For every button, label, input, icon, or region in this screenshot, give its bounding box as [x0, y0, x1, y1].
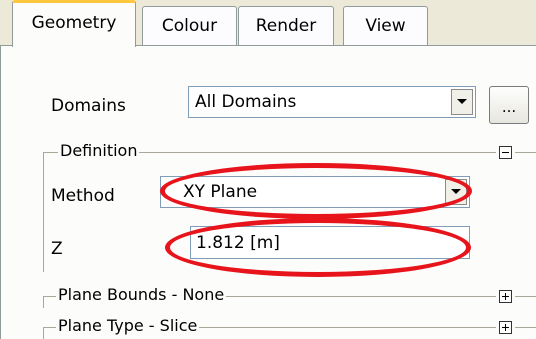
expand-icon[interactable] — [499, 290, 512, 303]
domains-label: Domains — [51, 96, 126, 116]
tab-label: Geometry — [31, 13, 117, 33]
tab-colour[interactable]: Colour — [142, 6, 237, 45]
chevron-down-icon[interactable] — [445, 179, 467, 205]
method-label: Method — [51, 186, 115, 206]
z-input-value: 1.812 [m] — [196, 233, 280, 253]
plane-bounds-section-left-border — [43, 296, 44, 308]
definition-group-title: Definition — [58, 141, 140, 161]
expand-icon[interactable] — [499, 321, 512, 334]
domains-browse-button[interactable]: ... — [489, 86, 529, 124]
plane-type-section-left-border — [43, 327, 44, 339]
method-select[interactable]: XY Plane — [160, 176, 470, 208]
method-select-value: XY Plane — [183, 182, 258, 202]
tab-label: View — [365, 16, 406, 36]
chevron-down-icon[interactable] — [451, 89, 473, 115]
tab-label: Render — [255, 16, 317, 36]
collapse-icon[interactable] — [499, 146, 512, 159]
tab-view[interactable]: View — [343, 6, 428, 45]
domains-select-value: All Domains — [195, 92, 297, 112]
definition-group-left-border — [43, 152, 44, 272]
z-input[interactable]: 1.812 [m] — [190, 226, 470, 259]
tab-geometry[interactable]: Geometry — [12, 0, 136, 47]
tab-render[interactable]: Render — [238, 6, 334, 45]
domains-select[interactable]: All Domains — [188, 86, 476, 118]
z-label: Z — [51, 239, 63, 259]
plane-type-section-title[interactable]: Plane Type - Slice — [56, 316, 200, 336]
tab-label: Colour — [161, 16, 218, 36]
plane-bounds-section-title[interactable]: Plane Bounds - None — [56, 285, 227, 305]
